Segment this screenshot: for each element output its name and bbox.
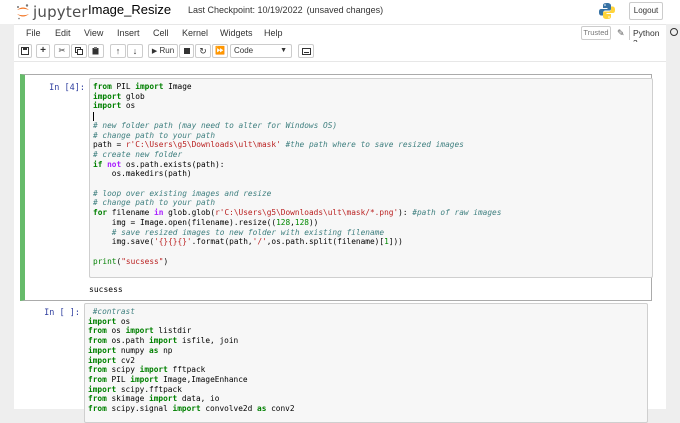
play-icon: ▶ [151,48,158,55]
save-icon [21,47,29,55]
code-content[interactable]: from PIL import Image import glob import… [90,79,652,266]
arrow-down-icon: ↓ [132,46,138,56]
cell-prompt: In [4]: [49,83,85,93]
chevron-down-icon: ▼ [280,47,287,54]
menu-cell[interactable]: Cell [153,28,169,38]
run-label: Run [159,46,175,55]
notebook-container: In [4]: from PIL import Image import glo… [14,62,666,423]
cell-prompt: In [ ]: [44,308,80,318]
cut-button[interactable]: ✂ [54,44,70,58]
trusted-indicator[interactable]: Trusted [581,26,611,40]
edit-mode-pencil-icon: ✎ [617,28,625,38]
plus-icon: + [40,45,46,56]
run-button[interactable]: ▶ Run [148,44,178,58]
command-palette-button[interactable] [298,44,314,58]
arrow-up-icon: ↑ [115,46,121,56]
fast-forward-icon: ⏩ [215,46,225,55]
checkpoint-status: Last Checkpoint: 10/19/2022 (unsaved chan… [188,5,383,15]
menu-kernel[interactable]: Kernel [182,28,208,38]
python-logo-icon [599,3,615,19]
logout-button[interactable]: Logout [629,2,663,20]
jupyter-icon [17,4,29,20]
notebook-title[interactable]: Image_Resize [88,2,171,17]
restart-run-all-button[interactable]: ⏩ [212,44,228,58]
interrupt-button[interactable] [179,44,194,58]
scissors-icon: ✂ [58,46,66,55]
jupyter-logo[interactable]: jupyter [16,2,88,22]
move-down-button[interactable]: ↓ [127,44,143,58]
code-cell-1[interactable]: In [4]: from PIL import Image import glo… [20,74,653,301]
kernel-idle-icon [670,28,678,36]
code-editor[interactable]: from PIL import Image import glob import… [89,78,653,278]
cell-output: sucsess [89,285,123,294]
menu-widgets[interactable]: Widgets [220,28,253,38]
save-button[interactable] [18,44,32,58]
code-editor[interactable]: #contrast import os from os import listd… [84,303,648,423]
menu-file[interactable]: File [26,28,41,38]
menubar: File Edit View Insert Cell Kernel Widget… [14,24,678,48]
kernel-divider [629,26,630,40]
copy-button[interactable] [71,44,87,58]
menu-edit[interactable]: Edit [55,28,71,38]
stop-icon [183,48,190,54]
code-content[interactable]: #contrast import os from os import listd… [85,304,647,414]
menu-insert[interactable]: Insert [117,28,140,38]
toolbar: + ✂ ↑ ↓ ▶ Run ↻ ⏩ Code ▼ [14,42,666,62]
keyboard-icon [301,47,311,55]
jupyter-logo-text: jupyter [33,3,88,21]
checkpoint-text: Last Checkpoint: 10/19/2022 [188,5,303,15]
header: jupyter Image_Resize Last Checkpoint: 10… [0,0,680,24]
paste-icon [92,47,99,55]
text-cursor [93,111,94,121]
menu-view[interactable]: View [84,28,103,38]
insert-cell-button[interactable]: + [36,44,50,58]
copy-icon [75,47,83,55]
menu-help[interactable]: Help [264,28,283,38]
unsaved-changes: (unsaved changes) [306,5,384,15]
cell-type-value: Code [234,46,254,55]
paste-button[interactable] [88,44,104,58]
code-cell-2[interactable]: In [ ]: #contrast import os from os impo… [20,302,652,423]
move-up-button[interactable]: ↑ [110,44,126,58]
cell-type-select[interactable]: Code ▼ [230,44,292,58]
restart-icon: ↻ [199,46,207,56]
restart-button[interactable]: ↻ [195,44,211,58]
